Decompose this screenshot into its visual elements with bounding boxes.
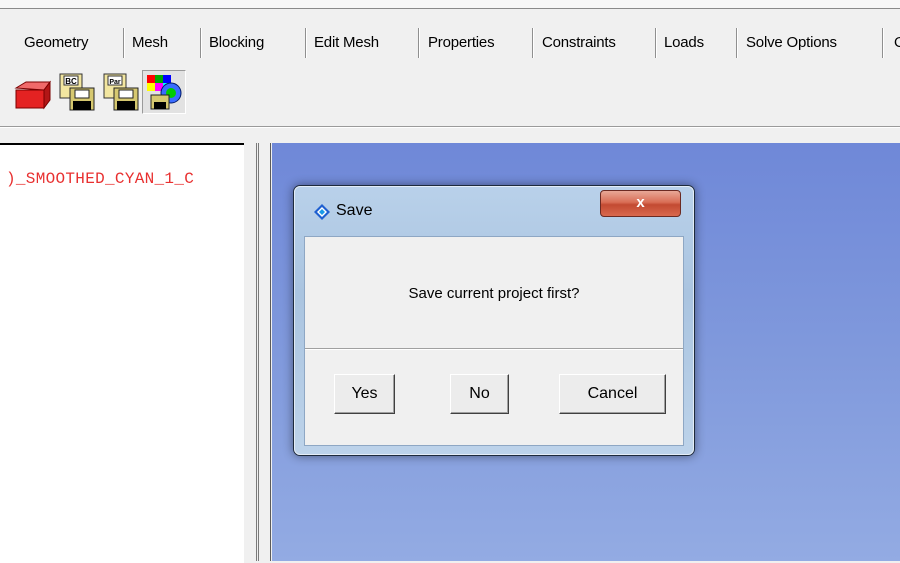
window-top-strip bbox=[0, 0, 900, 9]
tab-separator bbox=[655, 28, 657, 58]
dialog-body: Save current project first? Yes No Cance… bbox=[304, 236, 684, 446]
dialog-message: Save current project first? bbox=[408, 285, 580, 302]
tab-separator bbox=[882, 28, 884, 58]
yes-button[interactable]: Yes bbox=[334, 374, 395, 414]
no-button[interactable]: No bbox=[450, 374, 509, 414]
tab-separator bbox=[123, 28, 125, 58]
tab-constraints[interactable]: Constraints bbox=[542, 34, 616, 54]
tab-geometry[interactable]: Geometry bbox=[24, 34, 88, 54]
tab-loads[interactable]: Loads bbox=[664, 34, 704, 54]
par-label: Par bbox=[109, 79, 121, 86]
save-color-icon[interactable] bbox=[142, 70, 186, 114]
tab-edit-mesh[interactable]: Edit Mesh bbox=[314, 34, 379, 54]
tab-separator bbox=[736, 28, 738, 58]
model-tree-panel[interactable] bbox=[0, 143, 244, 563]
tab-bar: Geometry Mesh Blocking Edit Mesh Propert… bbox=[0, 22, 900, 66]
tab-properties[interactable]: Properties bbox=[428, 34, 495, 54]
tab-separator bbox=[532, 28, 534, 58]
panel-splitter[interactable] bbox=[244, 143, 274, 561]
app-logo-icon bbox=[314, 204, 330, 220]
toolbar-divider-highlight bbox=[0, 127, 900, 128]
red-box-icon[interactable] bbox=[10, 70, 54, 114]
bc-label: BC bbox=[65, 77, 77, 86]
tab-mesh[interactable]: Mesh bbox=[132, 34, 168, 54]
toolbar: BC Par bbox=[10, 70, 230, 118]
tab-blocking[interactable]: Blocking bbox=[209, 34, 264, 54]
tab-output-partial[interactable]: O bbox=[894, 34, 900, 54]
tab-separator bbox=[305, 28, 307, 58]
cancel-button[interactable]: Cancel bbox=[559, 374, 666, 414]
dialog-separator bbox=[305, 348, 683, 350]
tab-solve-options[interactable]: Solve Options bbox=[746, 34, 837, 54]
save-dialog: Save x Save current project first? Yes N… bbox=[293, 185, 695, 456]
dialog-title: Save bbox=[336, 202, 373, 219]
model-part-label[interactable]: )_SMOOTHED_CYAN_1_C bbox=[6, 170, 194, 188]
close-icon[interactable]: x bbox=[600, 190, 681, 217]
tab-separator bbox=[418, 28, 420, 58]
save-par-icon[interactable]: Par bbox=[98, 70, 142, 114]
save-bc-icon[interactable]: BC bbox=[54, 70, 98, 114]
tab-separator bbox=[200, 28, 202, 58]
